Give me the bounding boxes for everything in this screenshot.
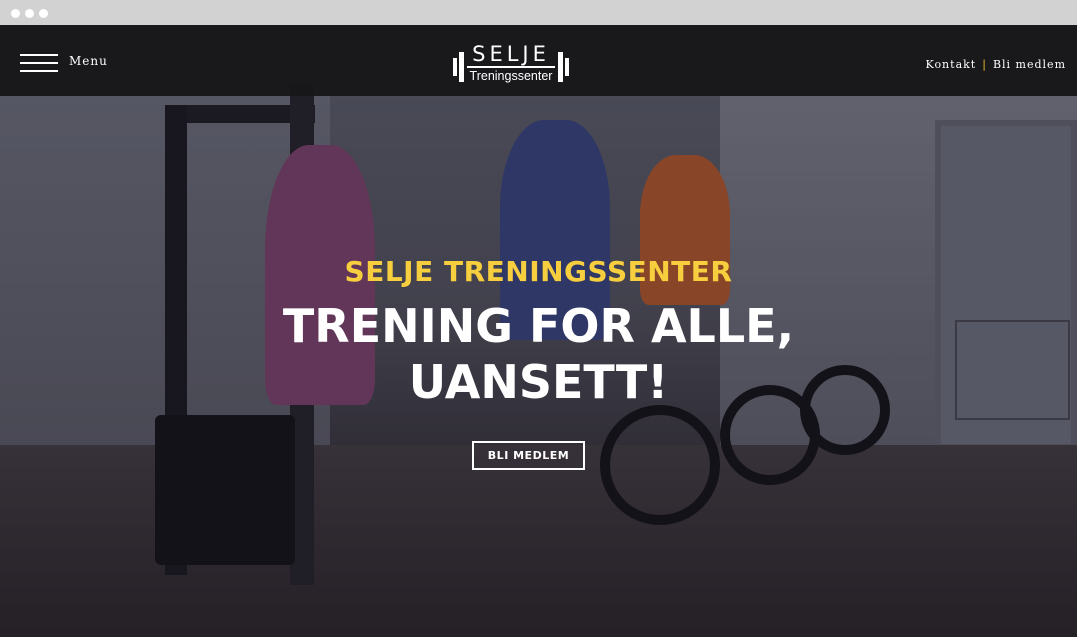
browser-titlebar: [0, 0, 1077, 25]
site-header: Menu SELJE Treningssenter Kontakt | Bli me…: [0, 25, 1077, 96]
menu-button[interactable]: Menu: [20, 52, 115, 76]
hamburger-icon[interactable]: [20, 52, 58, 74]
hero-content: SELJE TRENINGSSENTER TRENING FOR ALLE, U…: [0, 252, 1077, 410]
menu-label[interactable]: Menu: [69, 54, 108, 68]
window-maximize-dot[interactable]: [39, 9, 48, 18]
bli-medlem-button[interactable]: BLI MEDLEM: [472, 441, 585, 470]
link-bli-medlem[interactable]: Bli medlem: [993, 58, 1066, 71]
hero-headline-line1: TRENING FOR ALLE,: [282, 299, 795, 353]
logo-subtitle: Treningssenter: [469, 69, 553, 83]
hero-headline-line2: UANSETT!: [408, 355, 669, 409]
header-links: Kontakt | Bli medlem: [926, 58, 1066, 71]
hero-headline: TRENING FOR ALLE, UANSETT!: [0, 298, 1077, 410]
hero-kicker: SELJE TRENINGSSENTER: [344, 255, 733, 288]
window-close-dot[interactable]: [11, 9, 20, 18]
logo-wordmark: SELJE: [472, 42, 550, 66]
link-separator: |: [982, 58, 987, 71]
link-kontakt[interactable]: Kontakt: [926, 58, 977, 71]
window-minimize-dot[interactable]: [25, 9, 34, 18]
site-logo[interactable]: SELJE Treningssenter: [453, 42, 569, 88]
